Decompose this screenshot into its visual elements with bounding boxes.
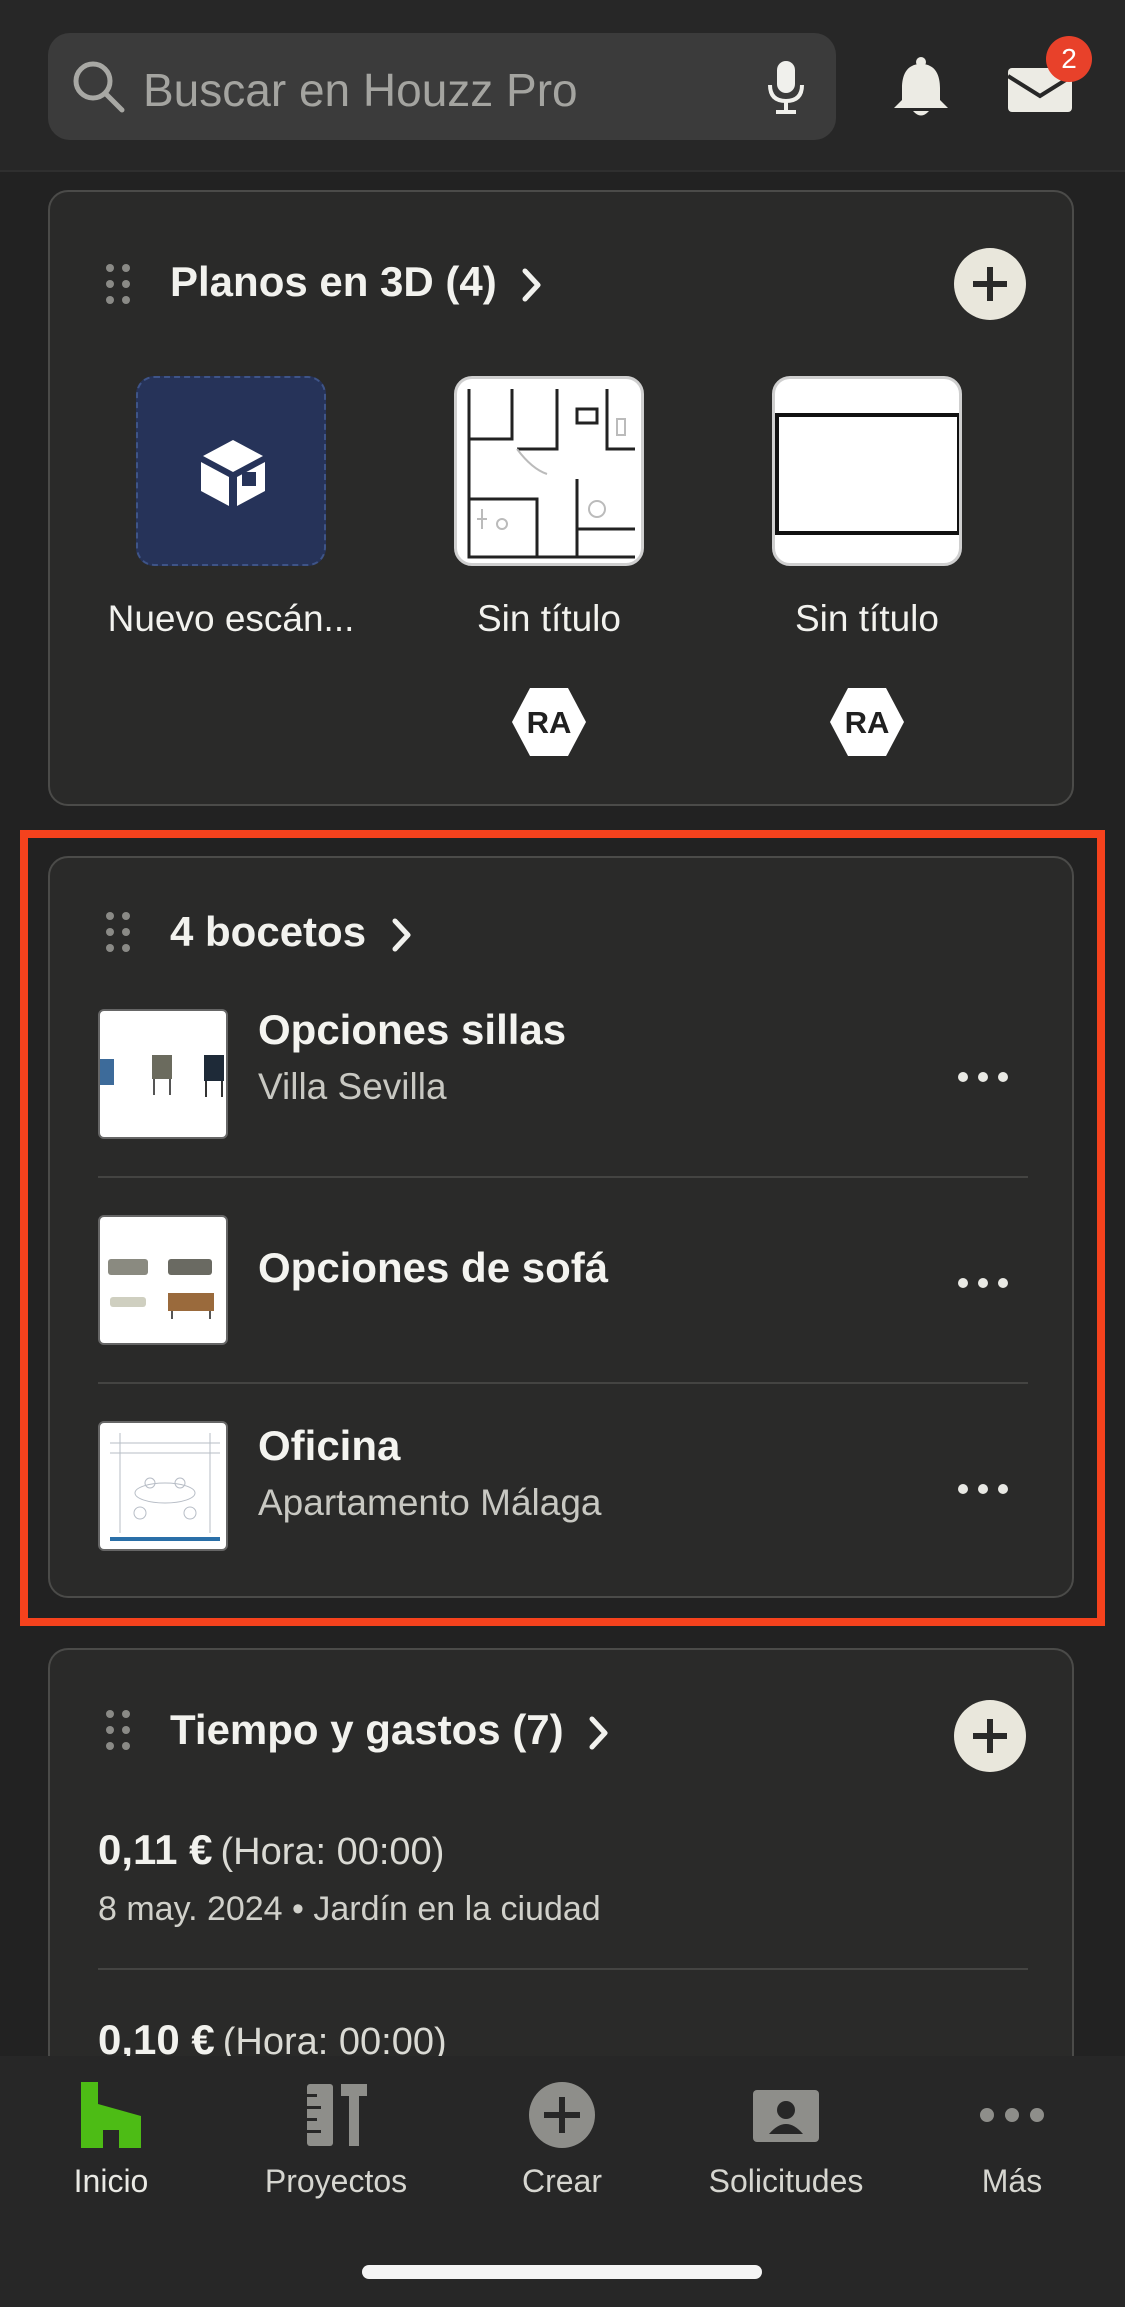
more-icon bbox=[980, 2108, 1044, 2122]
plan-thumbnail-blank[interactable] bbox=[772, 376, 962, 566]
expenses-section-link[interactable]: Tiempo y gastos (7) bbox=[170, 1706, 609, 1754]
expense-amount: 0,11 € bbox=[98, 1826, 213, 1873]
mail-count-badge: 2 bbox=[1046, 36, 1092, 82]
sketch-thumbnail-sofas bbox=[98, 1215, 228, 1345]
tab-proyectos[interactable]: Proyectos bbox=[236, 2080, 436, 2200]
tab-solicitudes[interactable]: Solicitudes bbox=[686, 2080, 886, 2200]
chevron-right-icon bbox=[522, 268, 541, 302]
tab-label: Inicio bbox=[73, 2163, 149, 2199]
notifications-bell-icon[interactable] bbox=[888, 56, 954, 120]
houzz-home-icon bbox=[81, 2082, 141, 2148]
plans-title: Planos en 3D (4) bbox=[170, 258, 497, 305]
plans-section-link[interactable]: Planos en 3D (4) bbox=[170, 258, 542, 306]
tab-crear[interactable]: Crear bbox=[462, 2080, 662, 2200]
sketch-thumbnail-chairs bbox=[98, 1009, 228, 1139]
tab-label: Proyectos bbox=[264, 2163, 408, 2199]
sketch-title: Opciones sillas bbox=[258, 1006, 567, 1053]
requests-icon bbox=[753, 2090, 819, 2142]
plan-label-untitled-2: Sin título bbox=[795, 598, 939, 639]
new-scan-tile[interactable] bbox=[136, 376, 326, 566]
sketches-section-link[interactable]: 4 bocetos bbox=[170, 908, 412, 956]
sketches-title: 4 bocetos bbox=[170, 908, 367, 955]
add-expense-button[interactable] bbox=[954, 1700, 1026, 1772]
more-options-icon[interactable] bbox=[958, 1278, 1008, 1288]
plan-label-untitled-1: Sin título bbox=[477, 598, 621, 639]
chevron-right-icon bbox=[392, 918, 411, 952]
tab-inicio[interactable]: Inicio bbox=[11, 2080, 211, 2200]
sketch-subtitle: Apartamento Málaga bbox=[258, 1482, 602, 1523]
chevron-right-icon bbox=[589, 1716, 608, 1750]
projects-icon bbox=[307, 2084, 367, 2146]
sketch-list-item[interactable]: Opciones sillas Villa Sevilla bbox=[98, 972, 1028, 1178]
divider bbox=[98, 1968, 1028, 1970]
search-bar[interactable]: Buscar en Houzz Pro bbox=[48, 33, 836, 140]
more-options-icon[interactable] bbox=[958, 1072, 1008, 1082]
expense-hours: (Hora: 00:00) bbox=[220, 1831, 445, 1873]
plan-thumbnail-floorplan[interactable] bbox=[454, 376, 644, 566]
sketch-list-item[interactable]: Opciones de sofá bbox=[98, 1178, 1028, 1384]
more-options-icon[interactable] bbox=[958, 1484, 1008, 1494]
top-bar: Buscar en Houzz Pro 2 bbox=[0, 0, 1125, 172]
search-icon bbox=[73, 61, 125, 113]
sketches-card: 4 bocetos Opciones sillas Villa Sevilla bbox=[48, 856, 1074, 1598]
add-plan-button[interactable] bbox=[954, 248, 1026, 320]
sketch-subtitle: Villa Sevilla bbox=[258, 1066, 447, 1107]
expenses-title: Tiempo y gastos (7) bbox=[170, 1706, 564, 1753]
floorplan-drawing bbox=[467, 389, 635, 559]
3d-cube-icon bbox=[201, 440, 265, 506]
ar-badge-label: RA bbox=[526, 705, 572, 740]
tab-label: Solicitudes bbox=[708, 2163, 864, 2199]
home-indicator bbox=[362, 2265, 762, 2279]
create-plus-icon bbox=[529, 2082, 595, 2148]
plan-label-new-scan: Nuevo escán... bbox=[107, 598, 355, 639]
sketch-title: Oficina bbox=[258, 1422, 401, 1469]
search-placeholder: Buscar en Houzz Pro bbox=[143, 64, 578, 116]
sketch-list-item[interactable]: Oficina Apartamento Málaga bbox=[98, 1384, 1028, 1590]
plans-3d-card: Planos en 3D (4) Nuevo escán... Sin títu… bbox=[48, 190, 1074, 806]
blank-room-drawing bbox=[775, 413, 959, 535]
tab-mas[interactable]: Más bbox=[912, 2080, 1112, 2200]
microphone-icon[interactable] bbox=[764, 59, 808, 115]
expense-detail: 8 may. 2024 • Jardín en la ciudad bbox=[98, 1890, 601, 1928]
tab-label: Crear bbox=[521, 2163, 602, 2199]
sketch-title: Opciones de sofá bbox=[258, 1244, 609, 1291]
ar-badge: RA bbox=[829, 686, 905, 758]
expense-entry[interactable]: 0,11 € (Hora: 00:00) bbox=[98, 1826, 444, 1874]
tab-label: Más bbox=[981, 2163, 1043, 2199]
ar-badge-label: RA bbox=[844, 705, 890, 740]
ar-badge: RA bbox=[511, 686, 587, 758]
sketch-thumbnail-office bbox=[98, 1421, 228, 1551]
time-expenses-card: Tiempo y gastos (7) 0,11 € (Hora: 00:00) … bbox=[48, 1648, 1074, 2118]
